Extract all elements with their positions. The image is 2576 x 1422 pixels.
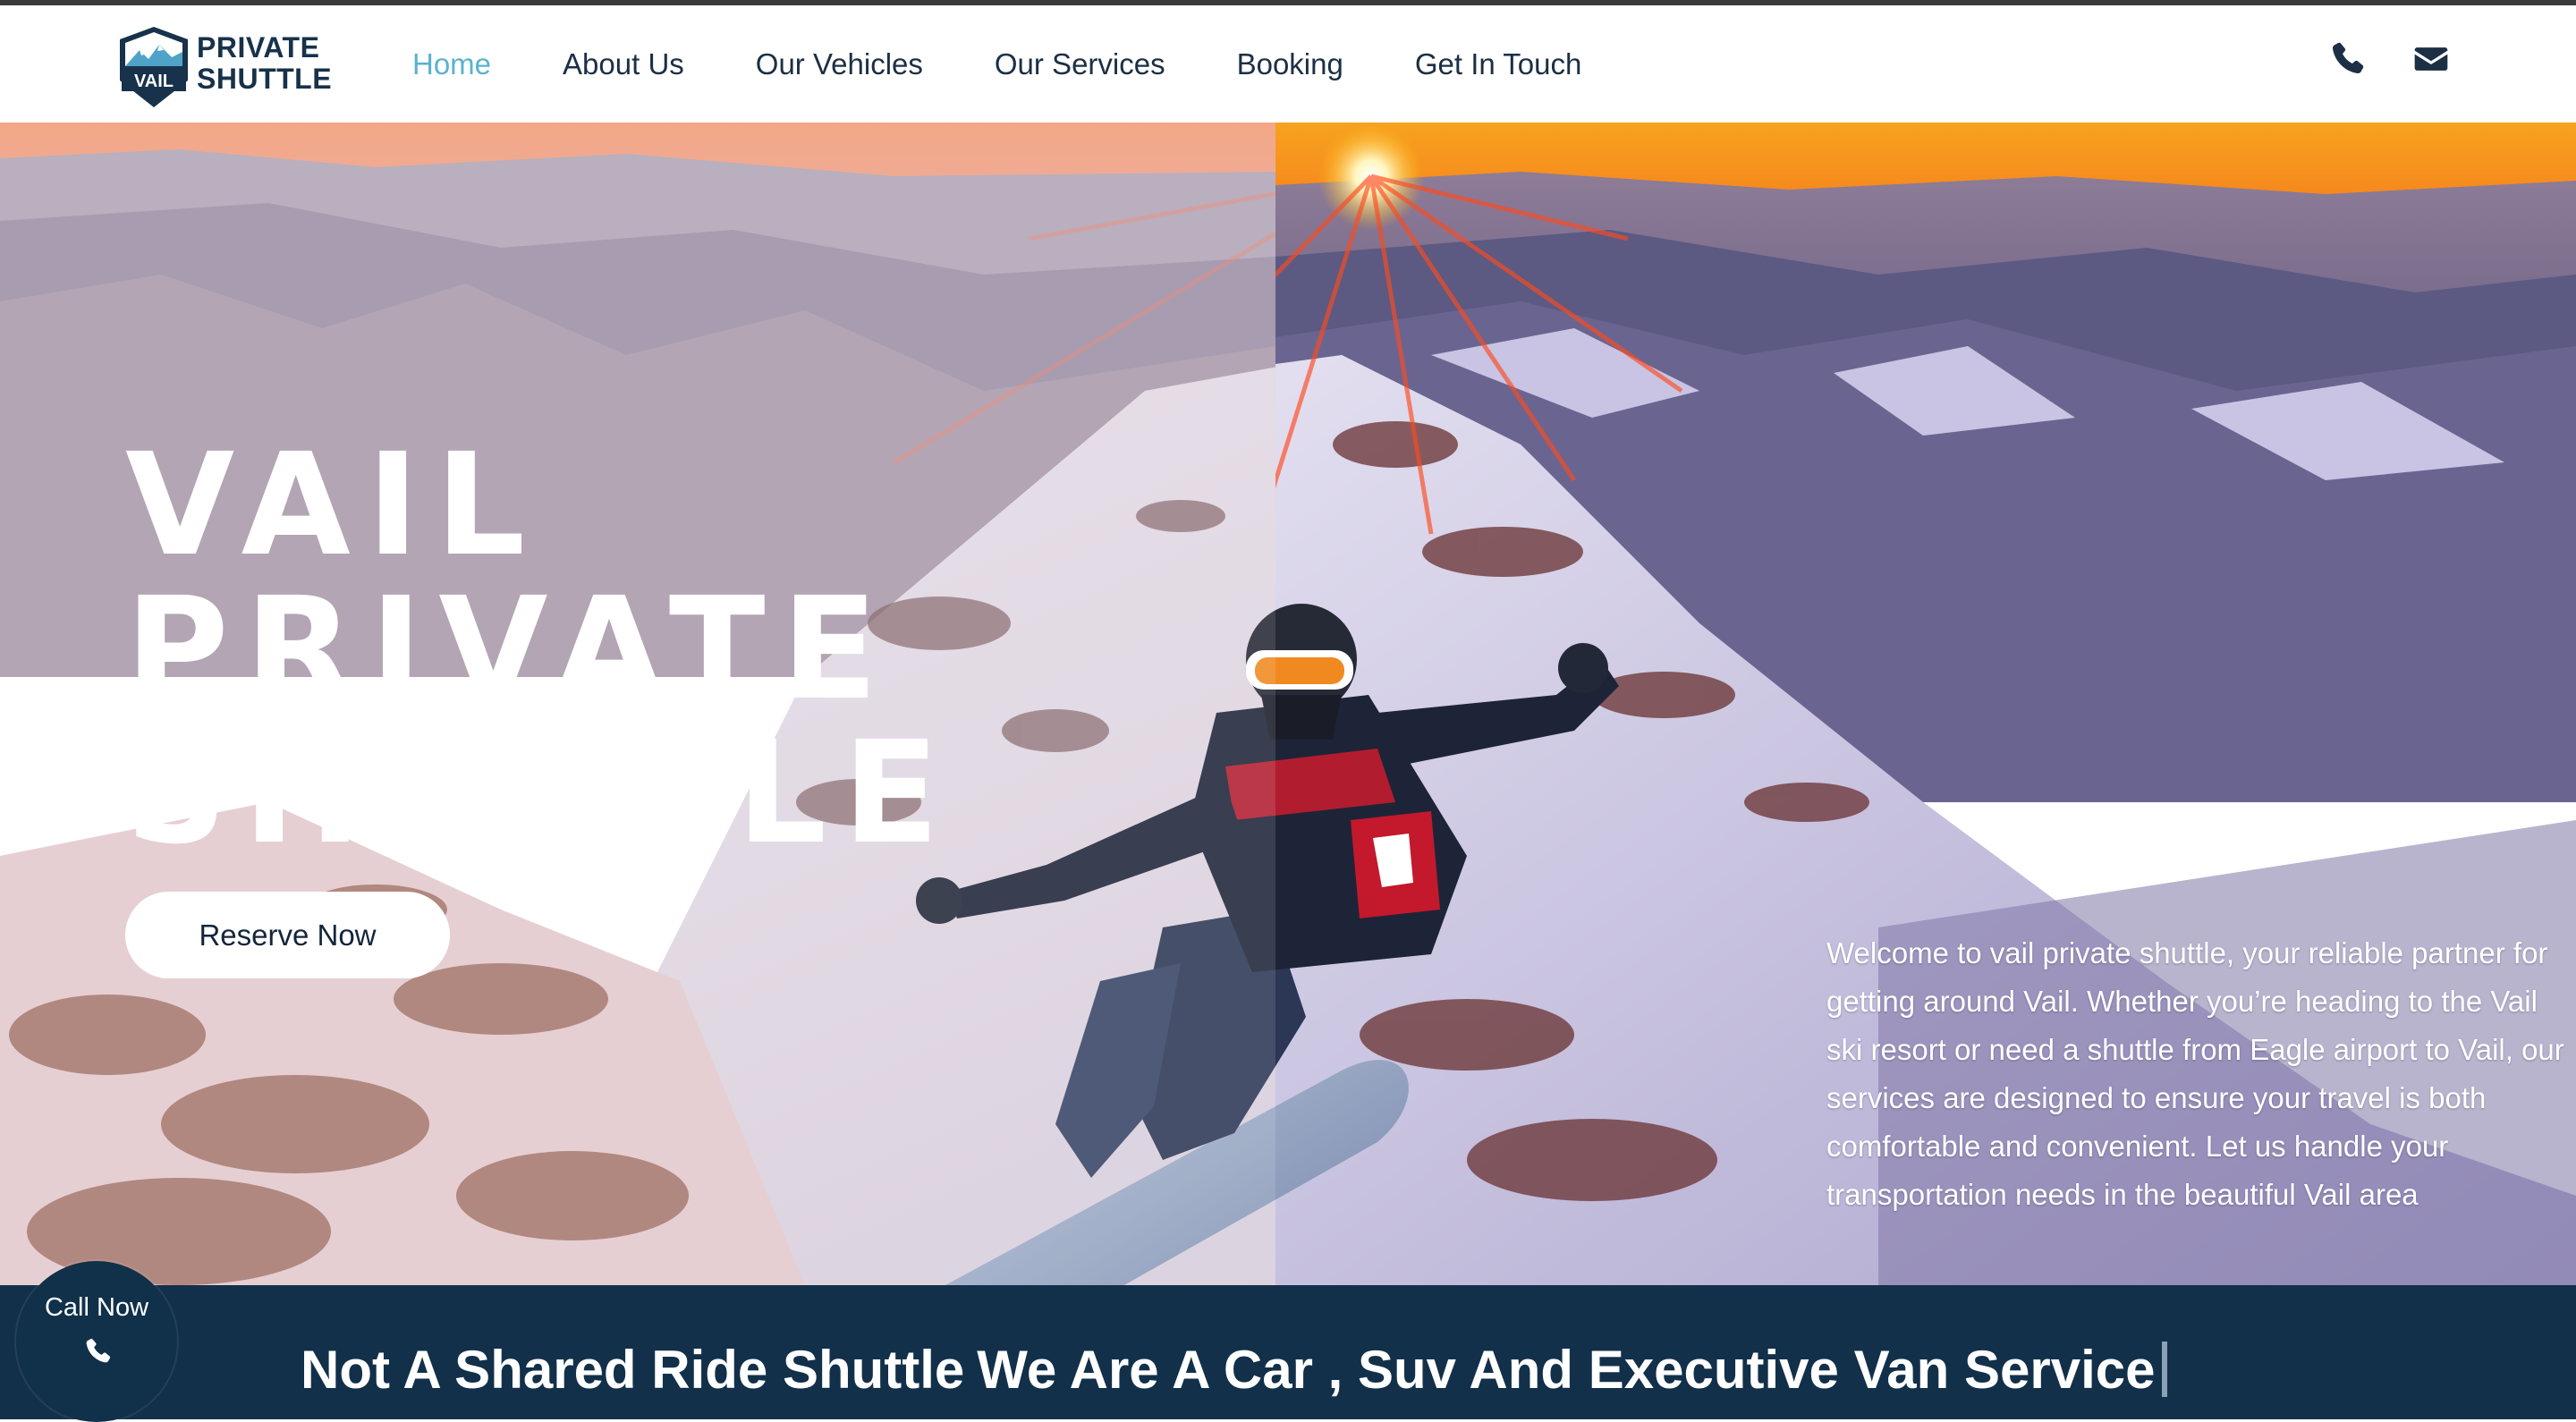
hero-title-line-1: VAIL [125,423,542,588]
hero-title: VAIL PRIVATE SHUTTLE [125,434,1020,866]
typing-cursor [2162,1342,2168,1397]
phone-icon[interactable] [2327,39,2367,79]
hero-title-line-3: SHUTTLE [125,711,956,876]
nav-home[interactable]: Home [412,47,491,81]
logo-badge-text: VAIL [134,72,174,91]
tagline-part-1: Not A Shared Ride Shuttle [301,1340,965,1400]
hero-section: VAIL PRIVATE SHUTTLE Reserve Now Welcome… [0,123,2576,1285]
envelope-icon[interactable] [2411,39,2451,79]
phone-icon [86,1338,111,1363]
logo-line-1: PRIVATE [197,31,320,63]
logo-badge-icon: VAIL [120,27,188,107]
tagline-text: Not A Shared Ride Shuttle We Are A Car , … [301,1339,2168,1401]
main-nav: Home About Us Our Vehicles Our Services … [412,5,1653,123]
tagline-part-2: We Are A Car , Suv And Executive Van Ser… [977,1340,2156,1400]
site-logo[interactable]: VAIL PRIVATE SHUTTLE [116,25,349,109]
nav-our-services[interactable]: Our Services [995,47,1165,81]
call-now-button[interactable]: Call Now [16,1261,177,1422]
tagline-bar: Not A Shared Ride Shuttle We Are A Car , … [0,1285,2576,1419]
nav-about-us[interactable]: About Us [563,47,684,81]
nav-our-vehicles[interactable]: Our Vehicles [756,47,923,81]
call-now-label: Call Now [44,1293,149,1322]
reserve-now-button[interactable]: Reserve Now [125,892,450,978]
header-contact-icons [2327,39,2451,79]
logo-line-2: SHUTTLE [197,63,333,95]
hero-title-line-2: PRIVATE [125,567,894,732]
welcome-paragraph: Welcome to vail private shuttle, your re… [1826,936,2564,1211]
site-header: VAIL PRIVATE SHUTTLE Home About Us Our V… [0,5,2576,123]
logo-wordmark: PRIVATE SHUTTLE [197,32,332,95]
nav-get-in-touch[interactable]: Get In Touch [1415,47,1582,81]
nav-booking[interactable]: Booking [1237,47,1343,81]
